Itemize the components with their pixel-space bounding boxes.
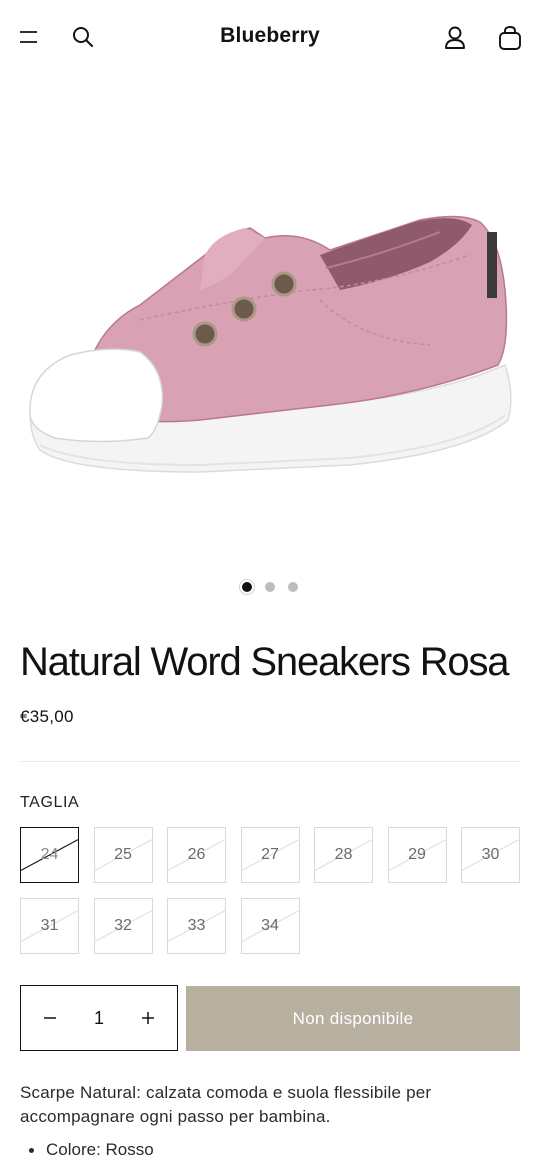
size-option[interactable]: 31: [20, 898, 79, 954]
product-price: €35,00: [20, 707, 74, 726]
size-value: 27: [261, 846, 279, 863]
pagination-dot-3[interactable]: [288, 582, 298, 592]
menu-icon: [20, 31, 37, 43]
add-to-cart-button[interactable]: Non disponibile: [186, 986, 520, 1051]
size-value: 26: [187, 846, 206, 863]
size-option[interactable]: 25: [93, 827, 153, 883]
divider: [20, 761, 520, 762]
cart-button[interactable]: [494, 21, 526, 55]
size-option[interactable]: 24: [20, 827, 79, 883]
account-icon: [445, 26, 465, 49]
size-value: 25: [114, 846, 132, 863]
size-value: 34: [261, 917, 279, 934]
decrease-quantity-button[interactable]: [37, 1005, 63, 1031]
size-option[interactable]: 28: [314, 827, 373, 883]
size-value: 30: [481, 846, 500, 863]
size-value: 24: [40, 846, 59, 863]
size-option[interactable]: 32: [93, 898, 153, 954]
size-option[interactable]: 26: [167, 827, 226, 883]
product-details-list: Colore: Rosso: [20, 1138, 525, 1162]
menu-button[interactable]: [14, 22, 44, 52]
account-button[interactable]: [439, 22, 471, 54]
size-option[interactable]: 27: [240, 827, 300, 883]
brand-logo[interactable]: Blueberry: [170, 24, 370, 48]
size-selector: 24 25 26 27 28 29 30 31 32 33 34: [20, 827, 520, 954]
site-header: Blueberry: [0, 0, 540, 76]
size-option[interactable]: 34: [240, 898, 300, 954]
size-value: 28: [334, 846, 353, 863]
size-value: 31: [40, 917, 59, 934]
quantity-stepper: 1: [20, 985, 178, 1051]
product-description: Scarpe Natural: calzata comoda e suola f…: [20, 1083, 432, 1126]
product-title: Natural Word Sneakers Rosa: [20, 640, 509, 684]
size-value: 32: [114, 917, 132, 934]
gallery-pagination: [0, 582, 540, 594]
detail-item-color: Colore: Rosso: [20, 1138, 525, 1162]
search-button[interactable]: [68, 22, 98, 52]
cart-icon: [499, 26, 521, 50]
size-option[interactable]: 33: [167, 898, 226, 954]
minus-icon: [44, 1017, 56, 1019]
quantity-input[interactable]: 1: [94, 1008, 104, 1029]
search-icon: [73, 27, 93, 47]
size-value: 33: [187, 917, 206, 934]
size-option[interactable]: 29: [387, 827, 447, 883]
plus-icon: [141, 1012, 154, 1024]
pagination-dot-1[interactable]: [242, 582, 252, 592]
size-value: 29: [408, 846, 426, 863]
product-image[interactable]: [0, 150, 540, 540]
size-option[interactable]: 30: [461, 827, 520, 883]
pagination-dot-2[interactable]: [265, 582, 275, 592]
size-label: TAGLIA: [20, 794, 80, 811]
sneaker-image: [29, 215, 512, 473]
increase-quantity-button[interactable]: [135, 1005, 161, 1031]
